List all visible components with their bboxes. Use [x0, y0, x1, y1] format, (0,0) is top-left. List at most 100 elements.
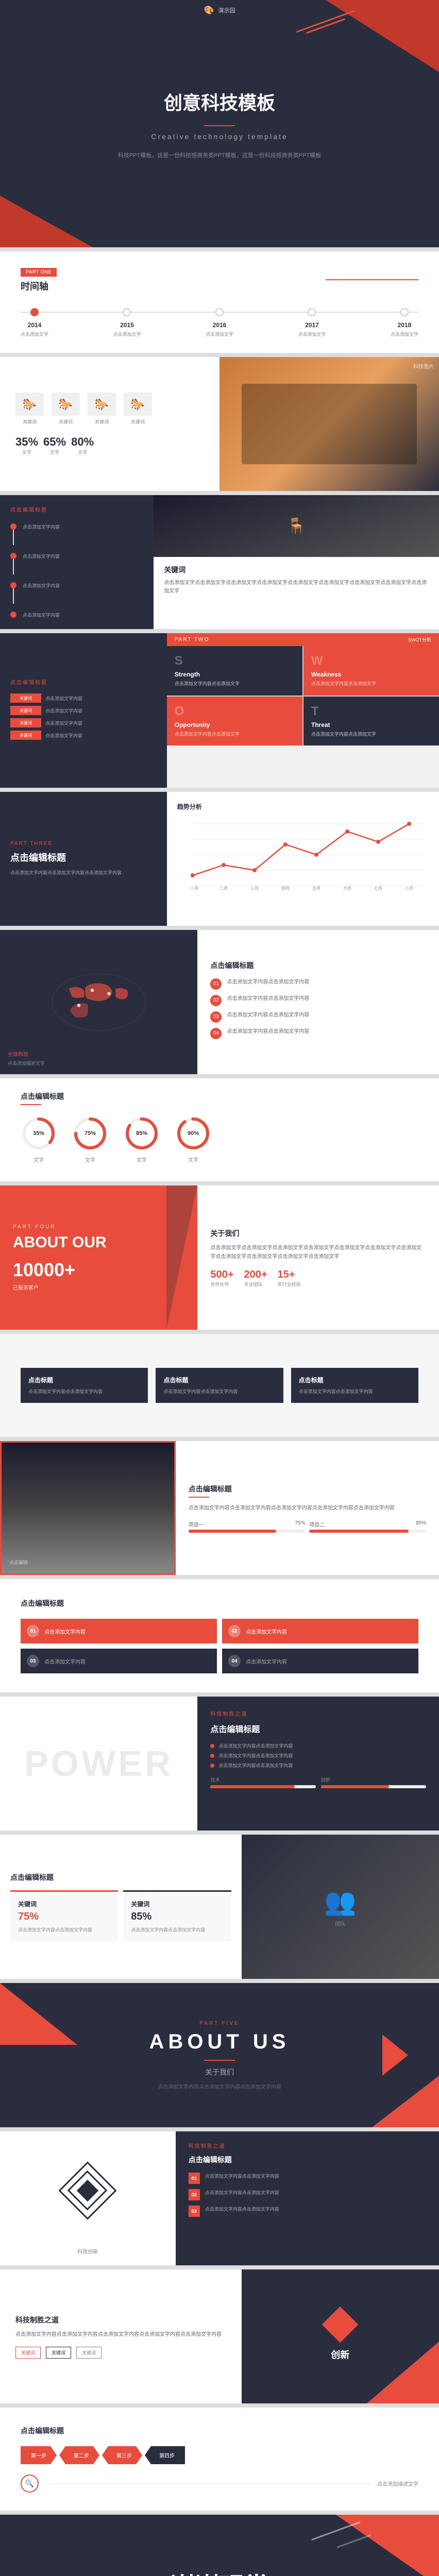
circle-label-3: 文字 [137, 1156, 147, 1163]
right-keywords: 🪑 关键词 点击添加文字点击添加文字点击添加文字点击添加文字点击添加文字点击添加… [154, 495, 439, 629]
vtl-text-2: 点击添加文字内容 [23, 553, 60, 560]
power-prog-label-1: 技术 [210, 1776, 315, 1783]
cover-desc: 科技PPT模板，这是一份科技感商务类PPT模板，这是一份科技感商务类PPT模板 [118, 151, 321, 159]
step-flow: 第一步 第二步 第三步 第四步 [21, 2446, 418, 2464]
timeline-row: 2014 点击添加文字 2015 点击添加文字 2016 点击添加文字 2017… [21, 308, 418, 337]
red-chip-text-2: 关键词 [20, 708, 32, 714]
step-text-2: 点击添加文字内容 [246, 1628, 287, 1635]
red-items-list: 关键词 点击添加文字内容 关键词 点击添加文字内容 关键词 点击添加文字内容 关… [10, 693, 157, 743]
swot-letter-o: O [175, 704, 295, 719]
stat-3: 80% 文字 [71, 435, 94, 455]
timeline-text-4: 点击添加文字 [298, 331, 326, 337]
tech-num-2: 02 点击添加文字内容点击添加文字内容 [189, 2189, 426, 2200]
info-cards-row: 点击标题 点击添加文字内容点击添加文字内容 点击标题 点击添加文字内容点击添加文… [21, 1368, 418, 1403]
info-card-dark-1: 点击标题 点击添加文字内容点击添加文字内容 [21, 1368, 148, 1403]
tech-steps-label: 科技制胜之道 [189, 2142, 426, 2149]
slide-final-content: 科技制胜之道 点击添加文字内容点击添加文字内容点击添加文字内容点击添加文字内容点… [0, 2269, 439, 2403]
circle-wrap-1: 35% [21, 1115, 57, 1151]
photo-text-body: 点击添加文字内容点击添加文字内容点击添加文字内容点击添加文字内容点击添加文字内容 [189, 1504, 426, 1513]
timeline-dot-4 [308, 308, 316, 316]
separator-13 [0, 1831, 439, 1835]
icon-item-1: 🐎 关键词 [15, 393, 44, 425]
about-us-body: 点击添加文字内容点击添加文字内容点击添加文字内容 [149, 2082, 290, 2090]
circle-pct-4: 90% [188, 1130, 199, 1137]
info-card-dark-2: 点击标题 点击添加文字内容点击添加文字内容 [156, 1368, 283, 1403]
red-chip-text-4: 关键词 [20, 733, 32, 738]
num-circle-1: 01 [210, 978, 222, 990]
compare-title: 点击编辑标题 [10, 1872, 231, 1883]
red-item-2: 关键词 点击添加文字内容 [10, 706, 157, 715]
compare-card-title-1: 关键词 [18, 1900, 110, 1908]
tech-item-text-3: 点击添加文字内容点击添加文字内容 [205, 2206, 279, 2212]
red-chip-1: 关键词 [10, 693, 41, 703]
step-text-3: 点击添加文字内容 [44, 1657, 86, 1665]
swot-body-t: 点击添加文字内容点击添加文字 [311, 731, 431, 738]
separator-5 [0, 788, 439, 792]
tech-badge-2: 02 [189, 2189, 200, 2200]
timeline-year-5: 2018 [398, 321, 412, 329]
vtl-text-3: 点击添加文字内容 [23, 582, 60, 589]
team-label: 团队 [324, 1920, 356, 1927]
separator-6 [0, 926, 439, 930]
power-prog-1: 技术 [210, 1776, 315, 1788]
prog-bg-1 [189, 1530, 306, 1533]
horse-icon-2: 🐎 [52, 393, 80, 416]
swot-letter-w: W [311, 654, 431, 668]
prog-wrap-2: 项目二 85% [309, 1520, 426, 1533]
slide-tech-steps: 科技创新 科技制胜之道 点击编辑标题 01 点击添加文字内容点击添加文字内容 0… [0, 2131, 439, 2265]
svg-text:七月: 七月 [374, 886, 382, 891]
flow-step-3: 第三步 [102, 2446, 142, 2464]
horse-icon-1: 🐎 [15, 393, 44, 416]
power-text-2: 点击添加文字内容点击添加文字内容 [218, 1752, 293, 1759]
tech-item-text-1: 点击添加文字内容点击添加文字内容 [205, 2173, 279, 2179]
timeline-text-1: 点击添加文字 [21, 331, 48, 337]
prog-label-2: 项目二 85% [309, 1520, 426, 1528]
meeting-placeholder: 🪑 [286, 517, 306, 535]
swot-grid: S Strength 点击添加文字内容点击添加文字 W Weakness 点击添… [167, 646, 439, 745]
search-line [46, 2483, 369, 2484]
power-right: 科技制胜之道 点击编辑标题 点击添加文字内容点击添加文字内容 点击添加文字内容点… [197, 1697, 439, 1831]
vtl-dot-wrap-4 [10, 612, 16, 618]
chevron-icon [382, 2035, 408, 2076]
vertical-timeline: 点击添加文字内容 点击添加文字内容 点击添加文字内容 [10, 518, 143, 623]
mini-num-3: 15+ [278, 1269, 301, 1281]
final-tag-1: 关键词 [15, 2347, 41, 2359]
timeline-year-3: 2016 [213, 321, 227, 329]
compare-body-2: 点击添加文字内容点击添加文字内容 [131, 1927, 223, 1934]
step-num-2: 02 [228, 1625, 241, 1637]
diamond-section: 科技创新 [0, 2131, 176, 2265]
icon-label-3: 关键词 [95, 418, 109, 425]
about-us-corner-right [372, 2076, 439, 2127]
step-box-3: 03 点击添加文字内容 [21, 1649, 217, 1673]
final-body: 点击添加文字内容点击添加文字内容点击添加文字内容点击添加文字内容点击添加文字内容 [15, 2330, 226, 2339]
stat-label-1: 文字 [15, 449, 38, 455]
separator-9 [0, 1330, 439, 1334]
chart-left: PART THREE 点击编辑标题 点击添加文字内容点击添加文字内容点击添加文字… [0, 792, 167, 926]
dark-card-title-2: 点击标题 [163, 1376, 275, 1384]
about-our-body: 点击添加文字点击添加文字点击添加文字点击添加文字点击添加文字点击添加文字点击添加… [210, 1244, 426, 1261]
separator-12 [0, 1692, 439, 1697]
slide-compare: 点击编辑标题 关键词 75% 点击添加文字内容点击添加文字内容 关键词 85% … [0, 1835, 439, 1979]
map-label: 全球布局 [8, 1050, 190, 1058]
red-item-1: 关键词 点击添加文字内容 [10, 693, 157, 703]
circle-pct-1: 35% [33, 1130, 44, 1137]
slide-about-our: PART FOUR ABOUT OUR 10000+ 已服务客户 关于我们 点击… [0, 1185, 439, 1330]
num-item-3: 03 点击添加文字内容点击添加文字内容 [210, 1011, 426, 1023]
compare-pct-2: 85% [131, 1911, 223, 1923]
step-text-4: 点击添加文字内容 [246, 1657, 287, 1665]
separator-3 [0, 491, 439, 495]
world-map-svg [47, 969, 150, 1036]
vtl-dot-4 [10, 612, 16, 618]
circle-label-4: 文字 [188, 1156, 198, 1163]
about-our-left: PART FOUR ABOUT OUR 10000+ 已服务客户 [0, 1185, 197, 1330]
slide-swot: 点击编辑标题 关键词 点击添加文字内容 关键词 点击添加文字内容 关键词 点击添… [0, 633, 439, 788]
power-title: 点击编辑标题 [210, 1722, 426, 1735]
swot-letter-t: T [311, 704, 431, 719]
about-us-subtitle: 关于我们 [149, 2067, 290, 2077]
svg-text:四月: 四月 [281, 886, 290, 891]
step-text-1: 点击添加文字内容 [44, 1628, 86, 1635]
search-text: 点击添加描述文字 [377, 2480, 418, 2487]
power-dot-3 [210, 1764, 214, 1768]
timeline-dot-5 [400, 308, 409, 316]
about-us-corner-left [0, 1983, 77, 2045]
